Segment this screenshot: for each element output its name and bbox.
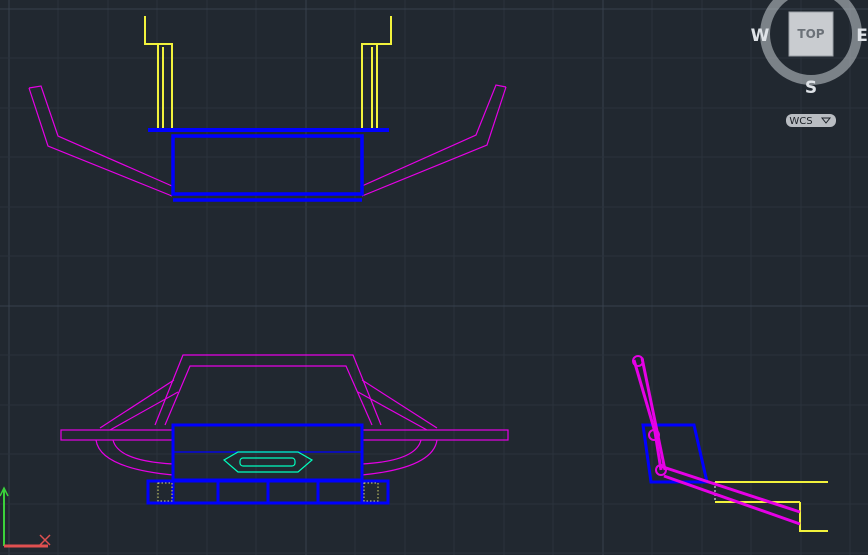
wcs-label: WCS — [789, 116, 812, 127]
drawing-canvas[interactable]: TOP W E S WCS — [0, 0, 868, 555]
compass-west-label[interactable]: W — [751, 26, 770, 46]
model-space-background[interactable] — [0, 0, 868, 555]
viewcube-top-label[interactable]: TOP — [797, 27, 824, 41]
compass-south-label[interactable]: S — [805, 78, 817, 98]
compass-east-label[interactable]: E — [856, 26, 868, 46]
wcs-menu-button[interactable]: WCS — [786, 114, 836, 127]
